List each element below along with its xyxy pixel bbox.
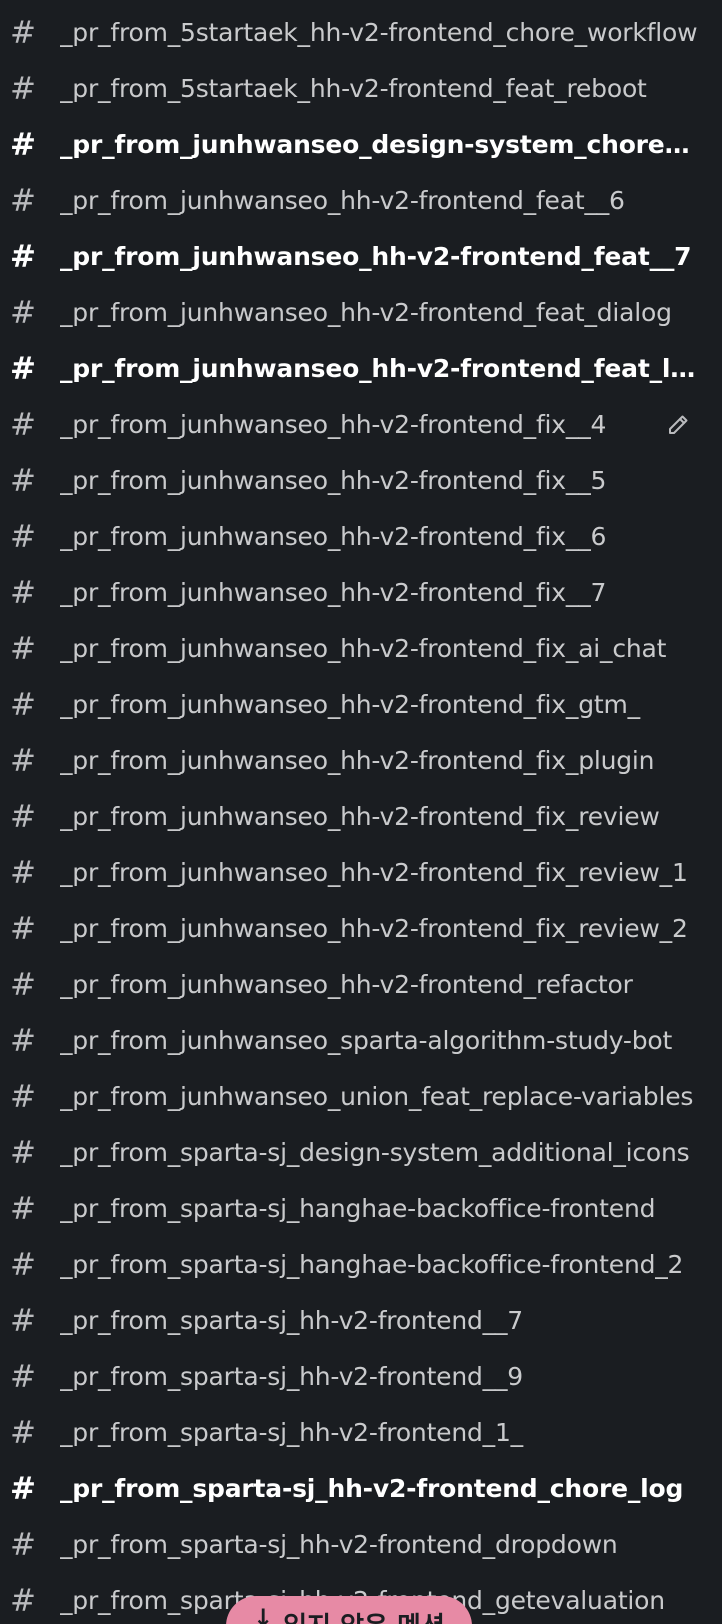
channel-item[interactable]: # _pr_from_junhwanseo_union_feat_replace-…: [0, 1069, 722, 1125]
channel-list: # _pr_from_5startaek_hh-v2-frontend_chore…: [0, 5, 722, 1624]
hash-icon: #: [10, 1302, 36, 1339]
hash-icon: #: [10, 126, 36, 163]
channel-item[interactable]: # _pr_from_5startaek_hh-v2-frontend_chore…: [0, 5, 722, 61]
hash-icon: #: [10, 1078, 36, 1115]
hash-icon: #: [10, 910, 36, 947]
channel-name: _pr_from_junhwanseo_design-system_chore_…: [60, 130, 698, 159]
channel-name: _pr_from_junhwanseo_hh-v2-frontend_fix__…: [60, 522, 607, 551]
channel-item[interactable]: # _pr_from_sparta-sj_hh-v2-frontend__9: [0, 1349, 722, 1405]
channel-item[interactable]: # _pr_from_sparta-sj_hh-v2-frontend_1_: [0, 1405, 722, 1461]
channel-name: _pr_from_junhwanseo_sparta-algorithm-stu…: [60, 1026, 673, 1055]
channel-item[interactable]: # _pr_from_junhwanseo_hh-v2-frontend_refa…: [0, 957, 722, 1013]
hash-icon: #: [10, 518, 36, 555]
channel-name: _pr_from_sparta-sj_hh-v2-frontend__7: [60, 1306, 523, 1335]
channel-item[interactable]: # _pr_from_junhwanseo_hh-v2-frontend_feat…: [0, 341, 722, 397]
channel-name: _pr_from_junhwanseo_hh-v2-frontend_fix__…: [60, 466, 607, 495]
channel-item[interactable]: # _pr_from_junhwanseo_hh-v2-frontend_fix_…: [0, 453, 722, 509]
channel-name: _pr_from_junhwanseo_hh-v2-frontend_fix__…: [60, 578, 607, 607]
channel-name: _pr_from_junhwanseo_hh-v2-frontend_feat_…: [60, 242, 692, 271]
hash-icon: #: [10, 70, 36, 107]
channel-name: _pr_from_junhwanseo_hh-v2-frontend_fix_p…: [60, 746, 655, 775]
channel-item[interactable]: # _pr_from_sparta-sj_hh-v2-frontend__7: [0, 1293, 722, 1349]
channel-name: _pr_from_sparta-sj_hh-v2-frontend__9: [60, 1362, 523, 1391]
hash-icon: #: [10, 1582, 36, 1619]
channel-name: _pr_from_sparta-sj_hh-v2-frontend_1_: [60, 1418, 523, 1447]
hash-icon: #: [10, 1190, 36, 1227]
unread-mentions-label: 읽지 않은 멘션: [283, 1606, 445, 1624]
channel-item[interactable]: # _pr_from_junhwanseo_design-system_chore…: [0, 117, 722, 173]
channel-item[interactable]: # _pr_from_junhwanseo_hh-v2-frontend_fix_…: [0, 565, 722, 621]
hash-icon: #: [10, 1246, 36, 1283]
channel-item[interactable]: # _pr_from_junhwanseo_hh-v2-frontend_fix_…: [0, 397, 722, 453]
channel-item[interactable]: # _pr_from_junhwanseo_hh-v2-frontend_feat…: [0, 229, 722, 285]
channel-item[interactable]: # _pr_from_junhwanseo_hh-v2-frontend_fix_…: [0, 789, 722, 845]
hash-icon: #: [10, 238, 36, 275]
channel-name: _pr_from_junhwanseo_hh-v2-frontend_feat_…: [60, 298, 672, 327]
hash-icon: #: [10, 1358, 36, 1395]
hash-icon: #: [10, 1022, 36, 1059]
hash-icon: #: [10, 966, 36, 1003]
channel-name: _pr_from_junhwanseo_hh-v2-frontend_feat_…: [60, 354, 698, 383]
hash-icon: #: [10, 1134, 36, 1171]
hash-icon: #: [10, 1470, 36, 1507]
hash-icon: #: [10, 294, 36, 331]
channel-item[interactable]: # _pr_from_junhwanseo_hh-v2-frontend_fix_…: [0, 509, 722, 565]
channel-name: _pr_from_sparta-sj_hanghae-backoffice-fr…: [60, 1194, 656, 1223]
arrow-down-icon: ↓: [253, 1604, 274, 1624]
channel-name: _pr_from_junhwanseo_hh-v2-frontend_refac…: [60, 970, 633, 999]
channel-name: _pr_from_junhwanseo_hh-v2-frontend_fix_r…: [60, 914, 688, 943]
channel-item[interactable]: # _pr_from_junhwanseo_hh-v2-frontend_fix_…: [0, 621, 722, 677]
channel-name: _pr_from_junhwanseo_union_feat_replace-v…: [60, 1082, 694, 1111]
hash-icon: #: [10, 462, 36, 499]
channel-item[interactable]: # _pr_from_junhwanseo_hh-v2-frontend_fix_…: [0, 677, 722, 733]
pencil-icon[interactable]: [664, 411, 692, 439]
channel-name: _pr_from_sparta-sj_hh-v2-frontend_dropdo…: [60, 1530, 618, 1559]
channel-name: _pr_from_junhwanseo_hh-v2-frontend_fix_a…: [60, 634, 667, 663]
hash-icon: #: [10, 182, 36, 219]
hash-icon: #: [10, 406, 36, 443]
channel-item[interactable]: # _pr_from_5startaek_hh-v2-frontend_feat_…: [0, 61, 722, 117]
hash-icon: #: [10, 1414, 36, 1451]
channel-name: _pr_from_sparta-sj_hanghae-backoffice-fr…: [60, 1250, 684, 1279]
channel-item[interactable]: # _pr_from_junhwanseo_sparta-algorithm-st…: [0, 1013, 722, 1069]
channel-item[interactable]: # _pr_from_sparta-sj_hh-v2-frontend_dropd…: [0, 1517, 722, 1573]
hash-icon: #: [10, 742, 36, 779]
hash-icon: #: [10, 574, 36, 611]
hash-icon: #: [10, 1526, 36, 1563]
hash-icon: #: [10, 686, 36, 723]
channel-item[interactable]: # _pr_from_junhwanseo_hh-v2-frontend_fix_…: [0, 901, 722, 957]
channel-name: _pr_from_junhwanseo_hh-v2-frontend_fix_r…: [60, 858, 688, 887]
channel-item[interactable]: # _pr_from_junhwanseo_hh-v2-frontend_fix_…: [0, 733, 722, 789]
hash-icon: #: [10, 350, 36, 387]
channel-name: _pr_from_junhwanseo_hh-v2-frontend_fix_g…: [60, 690, 640, 719]
channel-item[interactable]: # _pr_from_sparta-sj_hanghae-backoffice-f…: [0, 1181, 722, 1237]
channel-item[interactable]: # _pr_from_junhwanseo_hh-v2-frontend_feat…: [0, 285, 722, 341]
channel-name: _pr_from_junhwanseo_hh-v2-frontend_fix_r…: [60, 802, 660, 831]
hash-icon: #: [10, 798, 36, 835]
channel-name: _pr_from_junhwanseo_hh-v2-frontend_feat_…: [60, 186, 625, 215]
channel-item[interactable]: # _pr_from_junhwanseo_hh-v2-frontend_feat…: [0, 173, 722, 229]
channel-name: _pr_from_5startaek_hh-v2-frontend_chore_…: [60, 18, 698, 47]
channel-name: _pr_from_sparta-sj_hh-v2-frontend_chore_…: [60, 1474, 684, 1503]
channel-name: _pr_from_sparta-sj_design-system_additio…: [60, 1138, 690, 1167]
unread-mentions-button[interactable]: ↓ 읽지 않은 멘션: [226, 1596, 472, 1624]
channel-name: _pr_from_5startaek_hh-v2-frontend_feat_r…: [60, 74, 647, 103]
channel-name: _pr_from_junhwanseo_hh-v2-frontend_fix__…: [60, 410, 607, 439]
channel-item[interactable]: # _pr_from_sparta-sj_hanghae-backoffice-f…: [0, 1237, 722, 1293]
hash-icon: #: [10, 14, 36, 51]
hash-icon: #: [10, 854, 36, 891]
channel-item[interactable]: # _pr_from_sparta-sj_design-system_additi…: [0, 1125, 722, 1181]
channel-item[interactable]: # _pr_from_junhwanseo_hh-v2-frontend_fix_…: [0, 845, 722, 901]
channel-item[interactable]: # _pr_from_sparta-sj_hh-v2-frontend_chore…: [0, 1461, 722, 1517]
hash-icon: #: [10, 630, 36, 667]
